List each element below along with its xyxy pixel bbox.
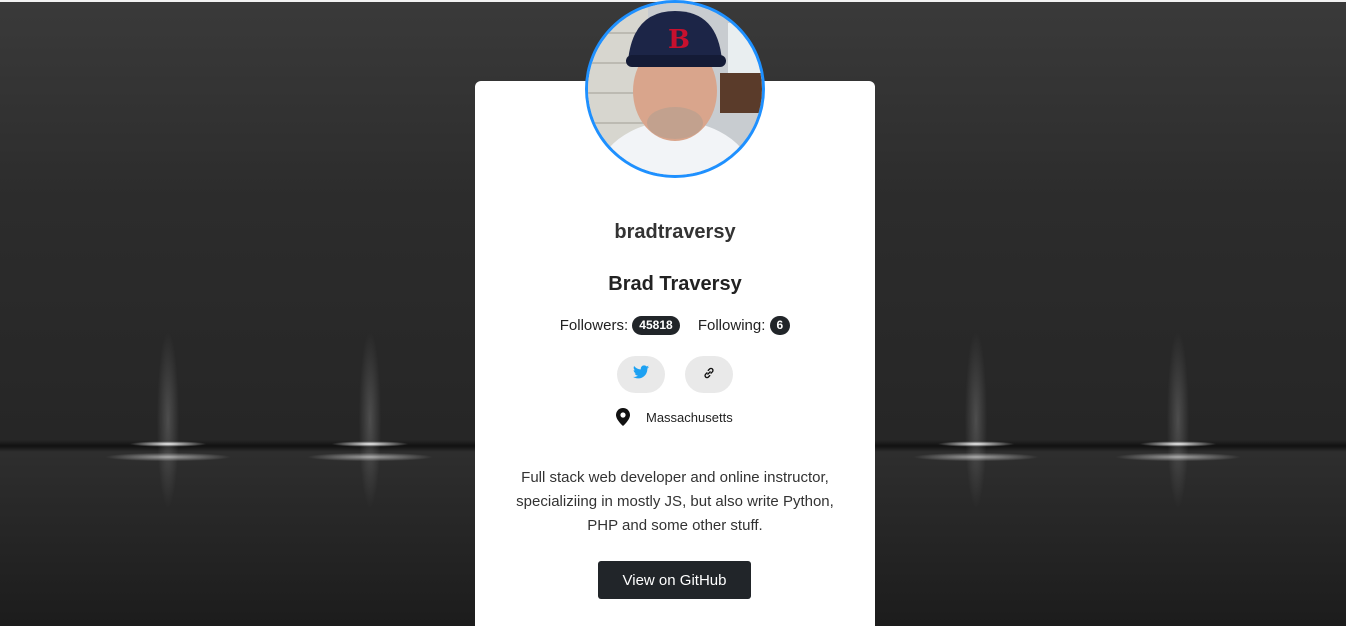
location-text: Massachusetts <box>646 409 733 425</box>
profile-login: bradtraversy <box>614 221 736 243</box>
following-stat: Following: 6 <box>697 316 791 335</box>
map-pin-icon <box>614 407 632 427</box>
profile-bio: Full stack web developer and online inst… <box>516 469 834 534</box>
followers-stat: Followers: 45818 <box>560 316 680 335</box>
svg-text:B: B <box>668 25 690 55</box>
twitter-icon <box>633 365 649 384</box>
profile-location: Massachusetts <box>614 407 733 427</box>
twitter-button[interactable] <box>617 356 665 393</box>
followers-count-badge: 45818 <box>632 316 680 335</box>
profile-name: Brad Traversy <box>608 273 742 295</box>
followers-label: Followers: <box>559 317 629 334</box>
profile-stats: Followers: 45818 Following: 6 <box>475 316 875 335</box>
avatar: B <box>585 0 765 178</box>
following-label: Following: <box>697 317 766 334</box>
view-on-github-button[interactable]: View on GitHub <box>598 561 751 599</box>
following-count-badge: 6 <box>769 316 791 335</box>
website-link-button[interactable] <box>685 356 733 393</box>
link-icon <box>703 366 715 384</box>
